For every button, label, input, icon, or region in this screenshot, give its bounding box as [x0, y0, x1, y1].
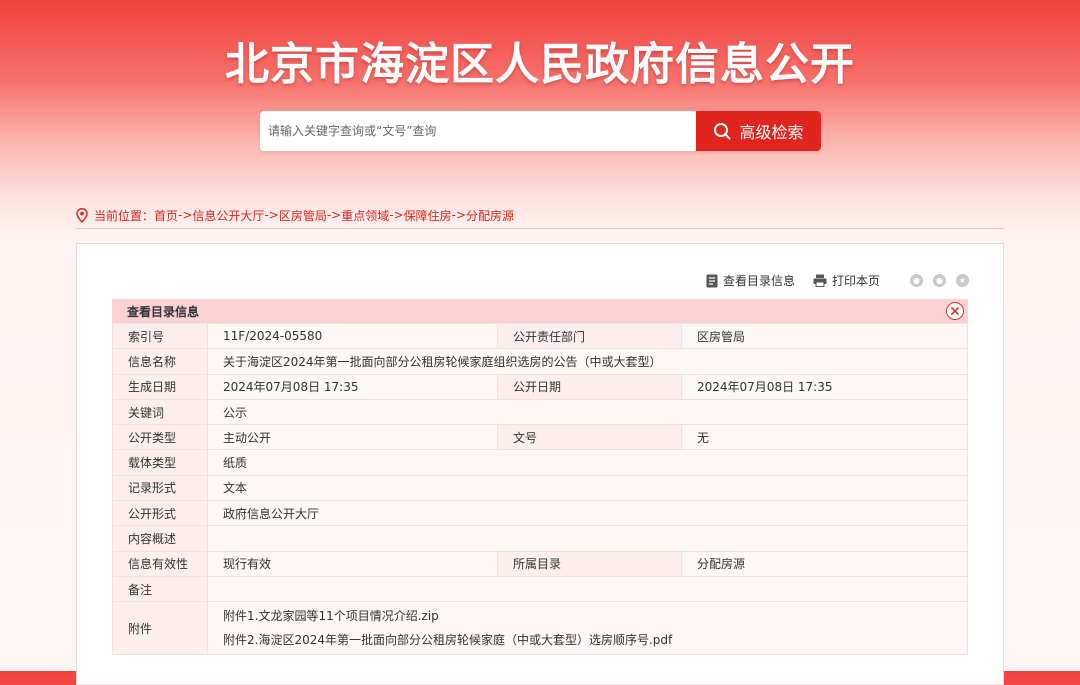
print-button[interactable]: 打印本页 — [813, 272, 880, 289]
close-icon[interactable] — [946, 302, 964, 320]
advanced-search-button[interactable]: 高级检索 — [696, 111, 821, 151]
breadcrumb-prefix: 当前位置： — [94, 208, 155, 223]
summary-label: 内容概述 — [112, 525, 208, 552]
location-pin-icon — [76, 207, 88, 223]
table-row: 生成日期 2024年07月08日 17:35 公开日期 2024年07月08日 … — [112, 373, 968, 400]
table-row: 信息有效性 现行有效 所属目录 分配房源 — [112, 550, 968, 577]
document-icon — [706, 274, 718, 287]
table-row: 记录形式 文本 — [112, 474, 968, 502]
catalog-table: 索引号 11F/2024-05580 公开责任部门 区房管局 信息名称 关于海淀… — [112, 322, 968, 656]
pub-date-label: 公开日期 — [497, 373, 682, 400]
attachment-link[interactable]: 附件2.海淀区2024年第一批面向部分公租房轮候家庭（中或大套型）选房顺序号.p… — [223, 628, 967, 652]
search-bar: 高级检索 — [260, 111, 821, 151]
breadcrumb-divider — [76, 228, 1004, 229]
carrier-label: 载体类型 — [112, 449, 208, 476]
remark-value — [207, 575, 968, 603]
attach-value: 附件1.文龙家园等11个项目情况介绍.zip 附件2.海淀区2024年第一批面向… — [207, 601, 968, 656]
table-row: 公开类型 主动公开 文号 无 — [112, 424, 968, 451]
validity-label: 信息有效性 — [112, 550, 208, 577]
doc-no-value: 无 — [681, 424, 968, 451]
table-row: 关键词 公示 — [112, 398, 968, 426]
carrier-value: 纸质 — [207, 449, 968, 476]
keyword-label: 关键词 — [112, 398, 208, 426]
catalog-info-header: 查看目录信息 — [112, 299, 968, 323]
search-icon — [714, 123, 731, 140]
record-label: 记录形式 — [112, 474, 208, 502]
search-input[interactable] — [260, 111, 698, 151]
breadcrumb-separator: -> — [178, 208, 193, 222]
breadcrumb-separator: -> — [389, 208, 404, 222]
summary-value — [207, 525, 968, 552]
attachment-link[interactable]: 附件1.文龙家园等11个项目情况介绍.zip — [223, 604, 967, 628]
pub-type-value: 主动公开 — [207, 424, 498, 451]
keyword-value: 公示 — [207, 398, 968, 426]
breadcrumb: 当前位置： 首页 -> 信息公开大厅 -> 区房管局 -> 重点领域 -> 保障… — [76, 203, 1004, 227]
table-row: 附件 附件1.文龙家园等11个项目情况介绍.zip 附件2.海淀区2024年第一… — [112, 601, 968, 656]
table-row: 索引号 11F/2024-05580 公开责任部门 区房管局 — [112, 322, 968, 350]
breadcrumb-separator: -> — [264, 208, 279, 222]
catalog-label: 所属目录 — [497, 550, 682, 577]
record-value: 文本 — [207, 474, 968, 502]
share-icons: ● ● ★ — [910, 274, 969, 287]
advanced-search-label: 高级检索 — [739, 123, 804, 142]
breadcrumb-separator: -> — [451, 208, 467, 222]
weibo-share-icon[interactable]: ● — [933, 274, 946, 287]
printer-icon — [813, 274, 827, 287]
table-row: 备注 — [112, 575, 968, 603]
name-label: 信息名称 — [112, 348, 208, 375]
view-catalog-label: 查看目录信息 — [722, 274, 795, 288]
gen-date-label: 生成日期 — [112, 373, 208, 400]
pub-form-label: 公开形式 — [112, 500, 208, 527]
table-row: 内容概述 — [112, 525, 968, 552]
wechat-share-icon[interactable]: ● — [910, 274, 923, 287]
pub-date-value: 2024年07月08日 17:35 — [681, 373, 968, 400]
dept-label: 公开责任部门 — [497, 322, 682, 350]
breadcrumb-housing-bureau[interactable]: 区房管局 — [279, 207, 327, 224]
qzone-share-icon[interactable]: ★ — [956, 274, 969, 287]
doc-no-label: 文号 — [497, 424, 682, 451]
catalog-info-table: 查看目录信息 索引号 11F/2024-05580 公开责任部门 区房管局 信息… — [112, 299, 968, 656]
catalog-value: 分配房源 — [681, 550, 968, 577]
validity-value: 现行有效 — [207, 550, 498, 577]
table-row: 信息名称 关于海淀区2024年第一批面向部分公租房轮候家庭组织选房的公告（中或大… — [112, 348, 968, 375]
print-label: 打印本页 — [831, 274, 880, 288]
index-value: 11F/2024-05580 — [207, 322, 498, 350]
breadcrumb-key-areas[interactable]: 重点领域 — [341, 207, 389, 224]
breadcrumb-info-hall[interactable]: 信息公开大厅 — [192, 207, 264, 224]
pub-type-label: 公开类型 — [112, 424, 208, 451]
breadcrumb-home[interactable]: 首页 — [154, 207, 178, 224]
view-catalog-button[interactable]: 查看目录信息 — [706, 272, 795, 289]
table-row: 公开形式 政府信息公开大厅 — [112, 500, 968, 527]
index-label: 索引号 — [112, 322, 208, 350]
breadcrumb-allocation[interactable]: 分配房源 — [466, 207, 514, 224]
toolbar: 查看目录信息 打印本页 ● ● ★ — [706, 272, 969, 289]
dept-value: 区房管局 — [681, 322, 968, 350]
gen-date-value: 2024年07月08日 17:35 — [207, 373, 498, 400]
breadcrumb-separator: -> — [326, 208, 342, 222]
attach-label: 附件 — [112, 601, 208, 656]
site-title: 北京市海淀区人民政府信息公开 — [225, 39, 855, 90]
table-row: 载体类型 纸质 — [112, 449, 968, 476]
catalog-info-heading: 查看目录信息 — [127, 304, 200, 319]
name-value: 关于海淀区2024年第一批面向部分公租房轮候家庭组织选房的公告（中或大套型） — [207, 348, 968, 375]
breadcrumb-affordable-housing[interactable]: 保障住房 — [404, 207, 452, 224]
remark-label: 备注 — [112, 575, 208, 603]
pub-form-value: 政府信息公开大厅 — [207, 500, 968, 527]
content-panel: 查看目录信息 打印本页 ● ● ★ 查看目录信息 索引号 11F/2024-05… — [76, 243, 1004, 685]
